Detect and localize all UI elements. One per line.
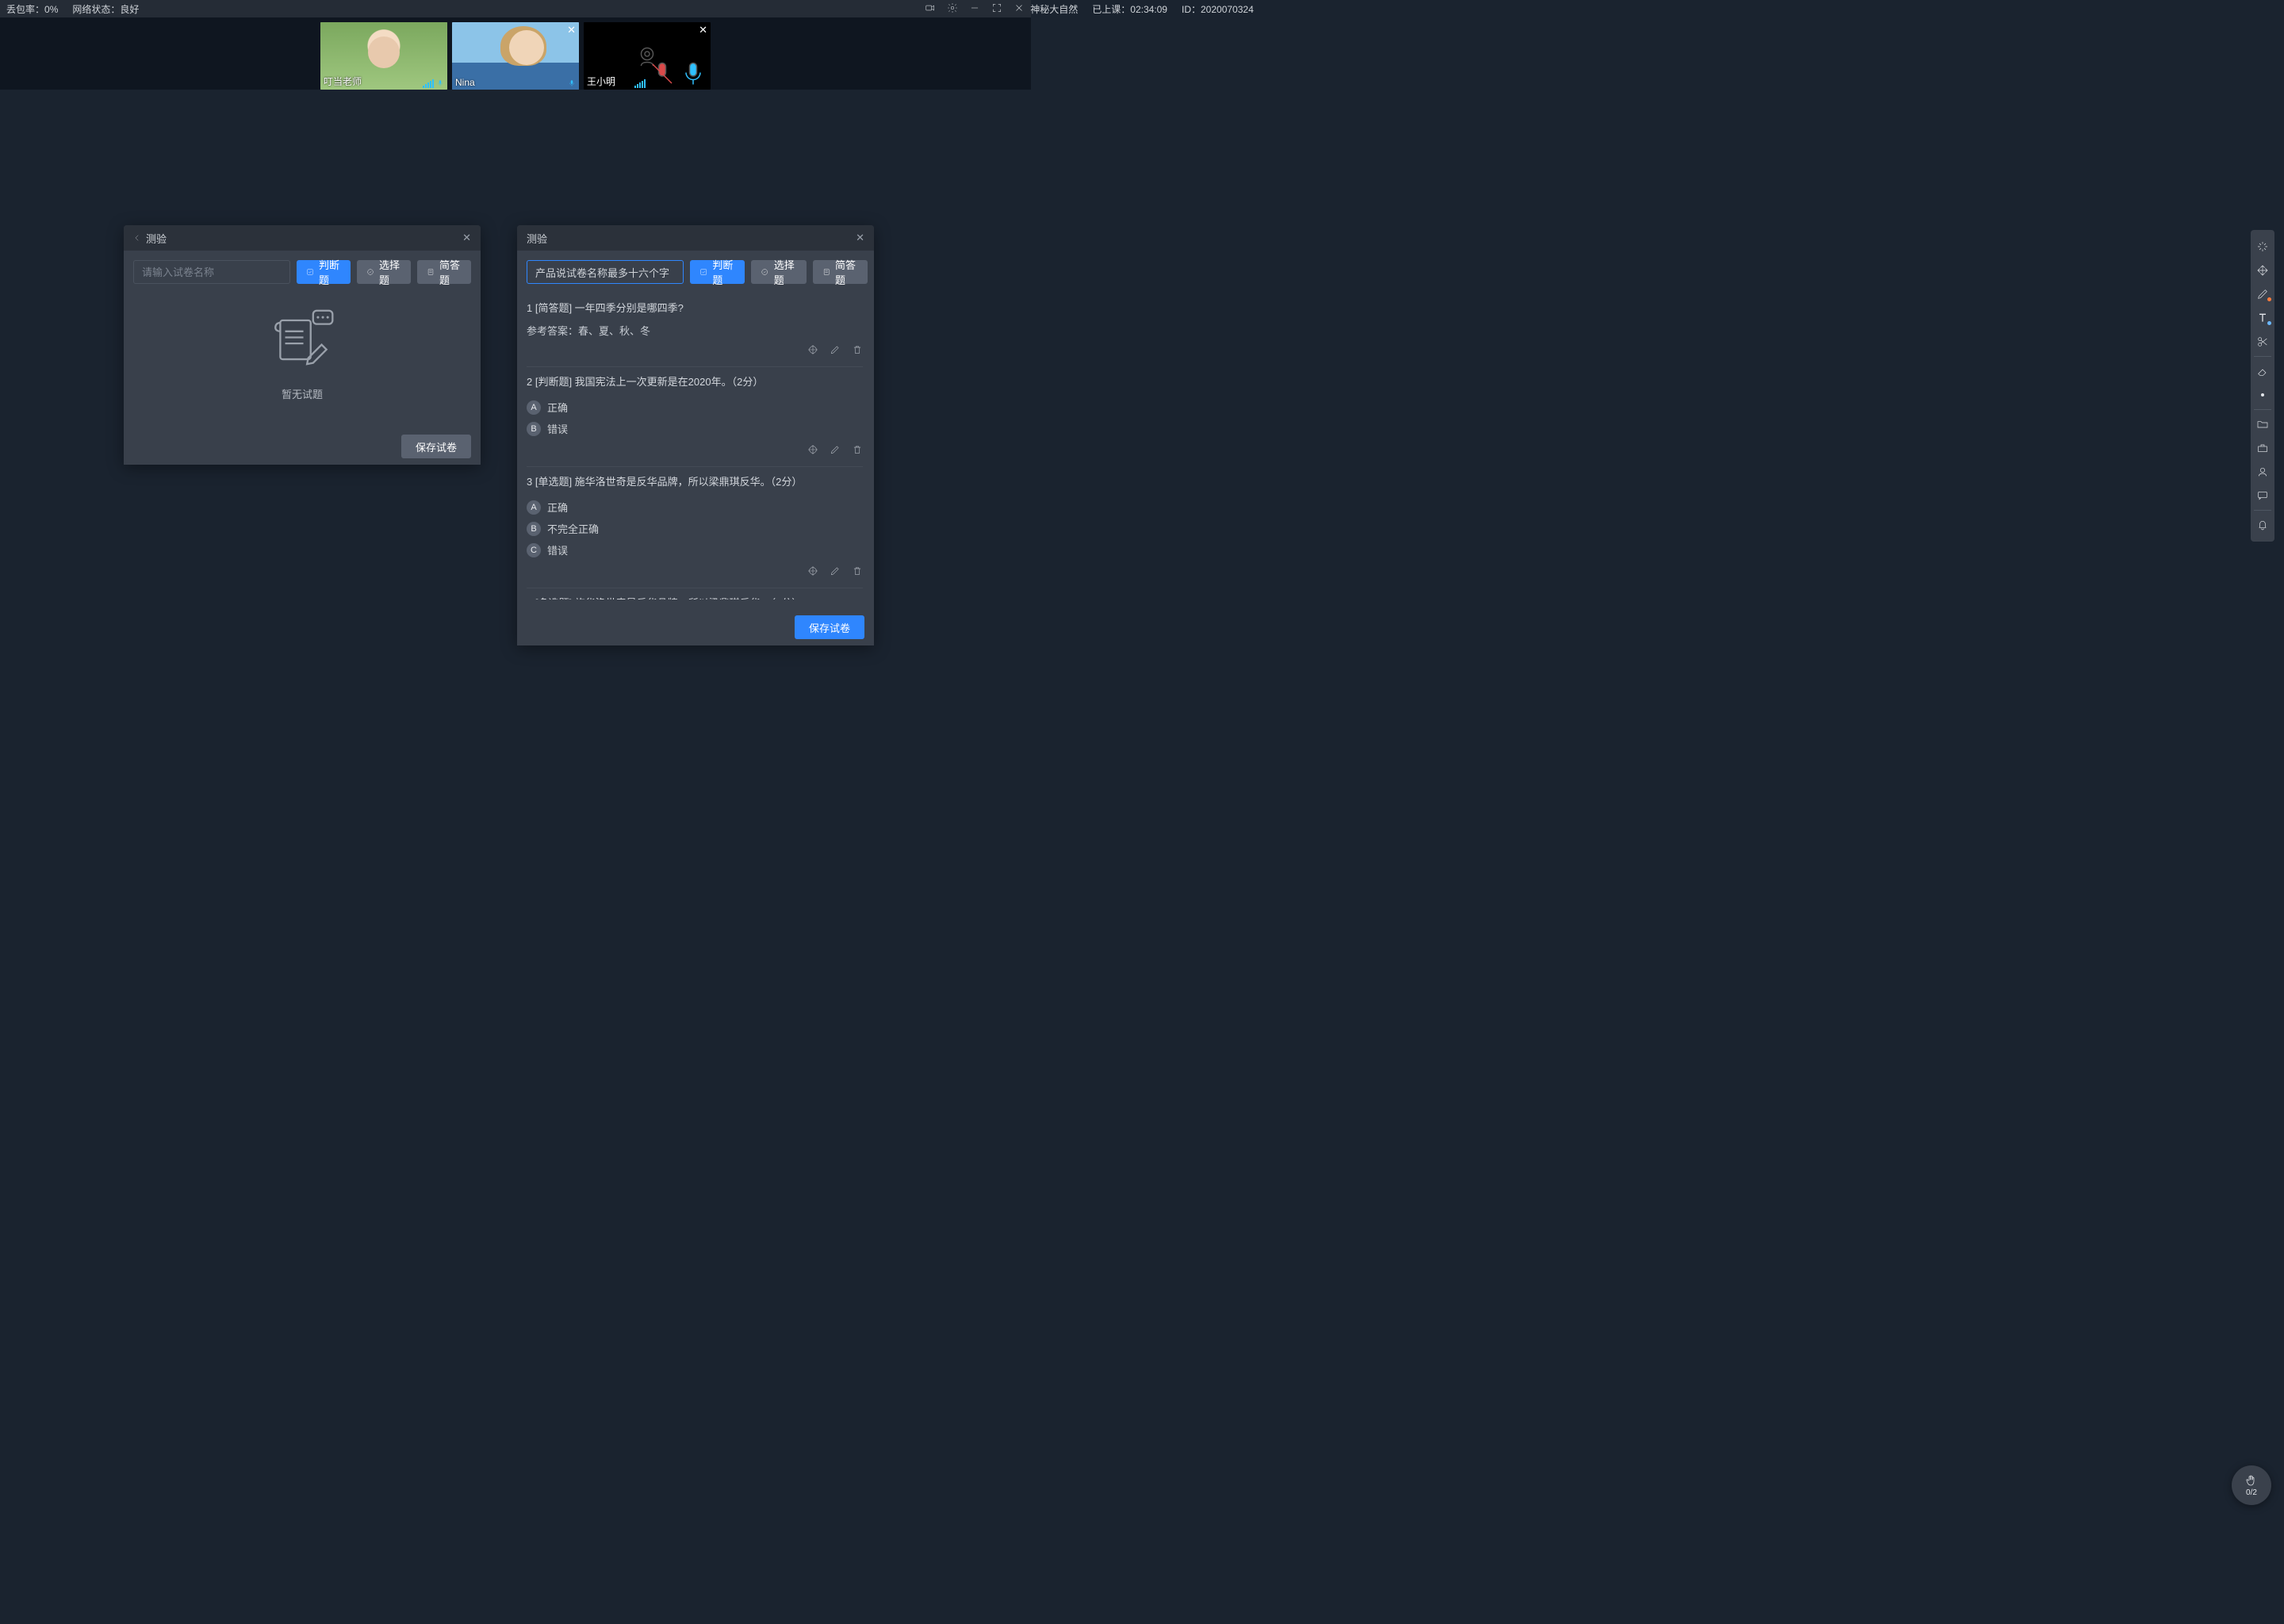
tile-close-icon[interactable]: ✕ (699, 24, 707, 36)
question-title: 4 [多选题] 施华洛世奇是反华品牌，所以梁鼎琪反华。（2分） (527, 595, 863, 599)
panel-title: 测验 (527, 231, 856, 246)
edit-icon[interactable] (830, 565, 841, 576)
option-letter: A (527, 500, 541, 515)
option-letter: C (527, 543, 541, 557)
pen-tool-icon[interactable] (2251, 282, 2274, 306)
session-id: ID：2020070324 (1182, 2, 1254, 16)
question-title: 3 [单选题] 施华洛世奇是反华品牌，所以梁鼎琪反华。（2分） (527, 473, 863, 488)
tile-close-icon[interactable]: ✕ (567, 24, 576, 36)
video-row: 叮当老师 ✕ Nina ✕ 王小明 (0, 17, 1031, 90)
camera-toggle-icon[interactable] (925, 2, 936, 16)
true-false-button[interactable]: 判断题 (690, 260, 745, 284)
quiz-name-input[interactable] (527, 260, 684, 284)
toolbox-tool-icon[interactable] (2251, 436, 2274, 460)
delete-icon[interactable] (852, 344, 863, 355)
mic-icon (436, 79, 444, 88)
question-item: 2 [判断题] 我国宪法上一次更新是在2020年。（2分） A 正确 B 错误 (527, 367, 863, 467)
question-item: 3 [单选题] 施华洛世奇是反华品牌，所以梁鼎琪反华。（2分） A 正确 B 不完全… (527, 467, 863, 588)
mic-icon (679, 59, 707, 88)
back-icon[interactable] (133, 232, 141, 244)
question-item: 4 [多选题] 施华洛世奇是反华品牌，所以梁鼎琪反华。（2分） A是的 B不完全… (527, 588, 863, 599)
edit-icon[interactable] (830, 444, 841, 455)
delete-icon[interactable] (852, 444, 863, 455)
hand-icon (2244, 1473, 2259, 1488)
option-text: 正确 (547, 400, 568, 415)
mic-icon (568, 79, 576, 88)
settings-icon[interactable] (947, 2, 958, 16)
video-tile-teacher[interactable]: 叮当老师 (320, 22, 447, 90)
empty-illustration-icon (266, 302, 339, 375)
option-letter: B (527, 522, 541, 536)
quiz-panel-filled: 测验 ✕ 判断题 选择题 简答题 1 [简答题] 一年四季分别是哪四季? 参考答… (517, 225, 874, 645)
edit-icon[interactable] (830, 344, 841, 355)
tool-palette (2251, 230, 2274, 542)
chat-tool-icon[interactable] (2251, 484, 2274, 508)
option-text: 错误 (547, 421, 568, 436)
signal-bars-icon (423, 79, 434, 88)
option-text: 不完全正确 (547, 521, 599, 536)
save-quiz-button[interactable]: 保存试卷 (795, 615, 864, 639)
eraser-tool-icon[interactable] (2251, 359, 2274, 383)
true-false-button[interactable]: 判断题 (297, 260, 351, 284)
short-answer-button[interactable]: 简答题 (813, 260, 868, 284)
user-tool-icon[interactable] (2251, 460, 2274, 484)
folder-tool-icon[interactable] (2251, 412, 2274, 436)
delete-icon[interactable] (852, 565, 863, 576)
move-tool-icon[interactable] (2251, 259, 2274, 282)
fullscreen-icon[interactable] (991, 2, 1002, 16)
choice-button[interactable]: 选择题 (751, 260, 806, 284)
scissors-tool-icon[interactable] (2251, 330, 2274, 354)
participant-name: 叮当老师 (324, 75, 362, 88)
close-icon[interactable]: ✕ (856, 232, 864, 244)
short-answer-button[interactable]: 简答题 (417, 260, 471, 284)
class-title: 神秘大自然 (1030, 2, 1078, 16)
save-quiz-button[interactable]: 保存试卷 (401, 435, 471, 458)
question-item: 1 [简答题] 一年四季分别是哪四季? 参考答案：春、夏、秋、冬 (527, 293, 863, 367)
panel-title: 测验 (146, 231, 462, 246)
hand-raise-button[interactable]: 0/2 (2232, 1465, 2271, 1505)
mic-muted-icon (648, 59, 676, 88)
option-text: 正确 (547, 500, 568, 515)
participant-name: Nina (455, 77, 475, 88)
hand-count: 0/2 (2246, 1488, 2257, 1497)
empty-text: 暂无试题 (282, 386, 323, 401)
option-text: 错误 (547, 542, 568, 557)
laser-tool-icon[interactable] (2251, 383, 2274, 407)
move-icon[interactable] (807, 344, 818, 355)
video-tile-student-1[interactable]: ✕ Nina (452, 22, 579, 90)
choice-button[interactable]: 选择题 (357, 260, 411, 284)
network-status: 网络状态：良好 (72, 2, 139, 16)
quiz-panel-empty: 测验 ✕ 判断题 选择题 简答题 (124, 225, 481, 465)
close-icon[interactable]: ✕ (462, 232, 471, 244)
empty-state: 暂无试题 (133, 284, 471, 419)
question-title: 2 [判断题] 我国宪法上一次更新是在2020年。（2分） (527, 373, 863, 389)
minimize-icon[interactable] (969, 2, 980, 16)
status-bar: 丢包率：0% 网络状态：良好 神秘大自然 已上课：02:34:09 ID：202… (0, 0, 1031, 17)
bell-tool-icon[interactable] (2251, 513, 2274, 537)
option-letter: B (527, 422, 541, 436)
packet-loss: 丢包率：0% (6, 2, 58, 16)
move-icon[interactable] (807, 565, 818, 576)
reference-answer: 参考答案：春、夏、秋、冬 (527, 323, 863, 338)
move-icon[interactable] (807, 444, 818, 455)
participant-name: 王小明 (587, 75, 615, 88)
elapsed-time: 已上课：02:34:09 (1092, 2, 1167, 16)
question-title: 1 [简答题] 一年四季分别是哪四季? (527, 300, 863, 315)
pointer-tool-icon[interactable] (2251, 235, 2274, 259)
text-tool-icon[interactable] (2251, 306, 2274, 330)
video-tile-student-2[interactable]: ✕ 王小明 (584, 22, 711, 90)
option-letter: A (527, 400, 541, 415)
signal-bars-icon (634, 79, 646, 88)
quiz-name-input[interactable] (133, 260, 290, 284)
close-window-icon[interactable] (1014, 2, 1025, 16)
